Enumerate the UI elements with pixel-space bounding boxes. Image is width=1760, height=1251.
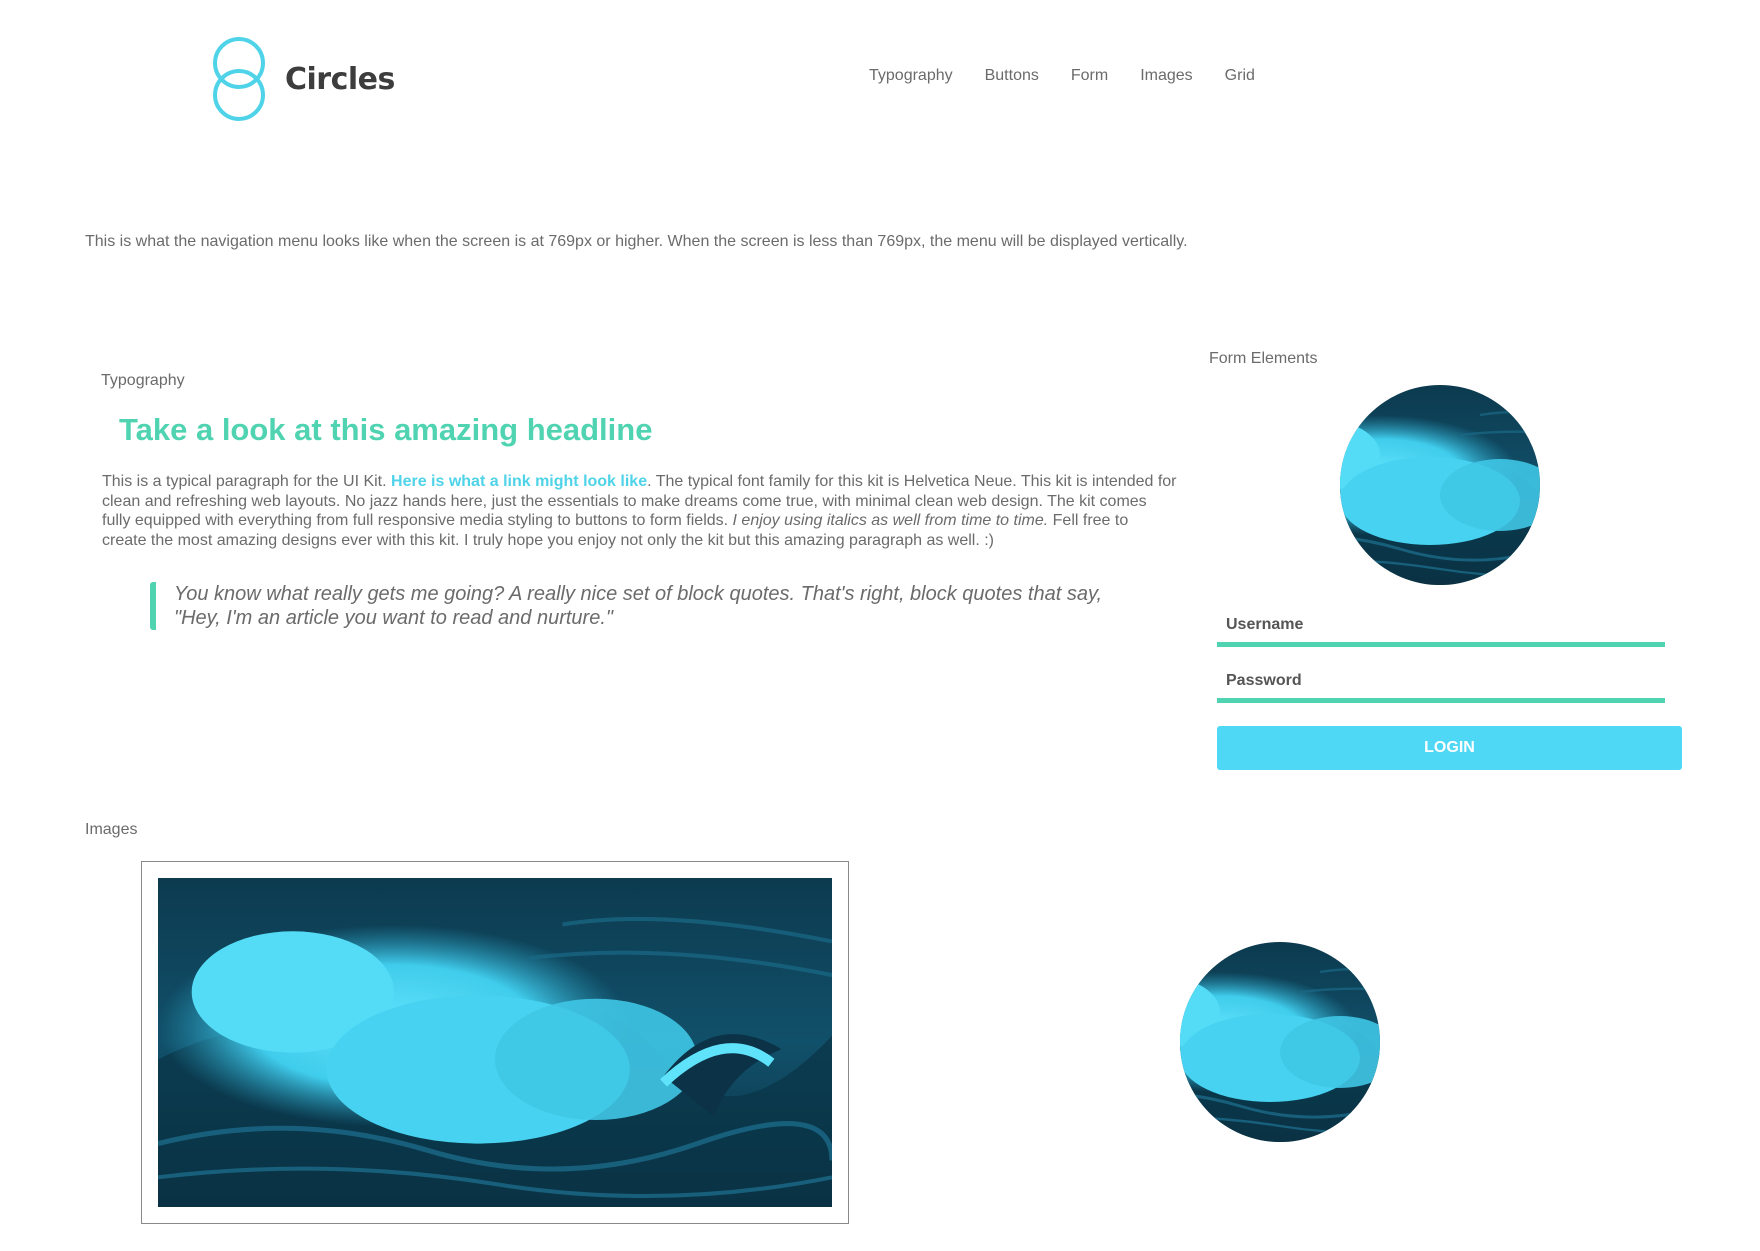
brand-logo[interactable]: Circles: [207, 34, 507, 124]
username-field-wrap: [1217, 616, 1665, 647]
body-paragraph: This is a typical paragraph for the UI K…: [102, 472, 1177, 550]
login-button[interactable]: LOGIN: [1217, 726, 1682, 770]
paragraph-italic: I enjoy using italics as well from time …: [732, 512, 1049, 529]
wave-image-circle: [1180, 942, 1380, 1142]
circles-logo-icon: [213, 37, 265, 121]
nav-buttons[interactable]: Buttons: [985, 66, 1039, 86]
nav-grid[interactable]: Grid: [1225, 66, 1255, 86]
username-input[interactable]: [1226, 616, 1665, 634]
nav-typography[interactable]: Typography: [869, 66, 953, 86]
form-section-label: Form Elements: [1209, 350, 1318, 367]
main-nav: Typography Buttons Form Images Grid: [869, 66, 1287, 86]
paragraph-lead: This is a typical paragraph for the UI K…: [102, 473, 392, 490]
wave-image: [1340, 385, 1540, 585]
nav-images[interactable]: Images: [1140, 66, 1192, 86]
profile-avatar: [1340, 385, 1540, 585]
wave-photo: [158, 878, 832, 1207]
typography-section-label: Typography: [101, 372, 185, 389]
password-field-wrap: [1217, 672, 1665, 703]
images-section-label: Images: [85, 821, 138, 838]
paragraph-link[interactable]: Here is what a link might look like: [391, 473, 647, 490]
password-input[interactable]: [1226, 672, 1665, 690]
headline: Take a look at this amazing headline: [119, 412, 653, 447]
block-quote: You know what really gets me going? A re…: [150, 582, 1149, 630]
round-image: [1180, 942, 1380, 1142]
framed-image: [141, 861, 849, 1224]
brand-name: Circles: [285, 61, 395, 97]
nav-form[interactable]: Form: [1071, 66, 1108, 86]
intro-text: This is what the navigation menu looks l…: [85, 233, 1188, 250]
